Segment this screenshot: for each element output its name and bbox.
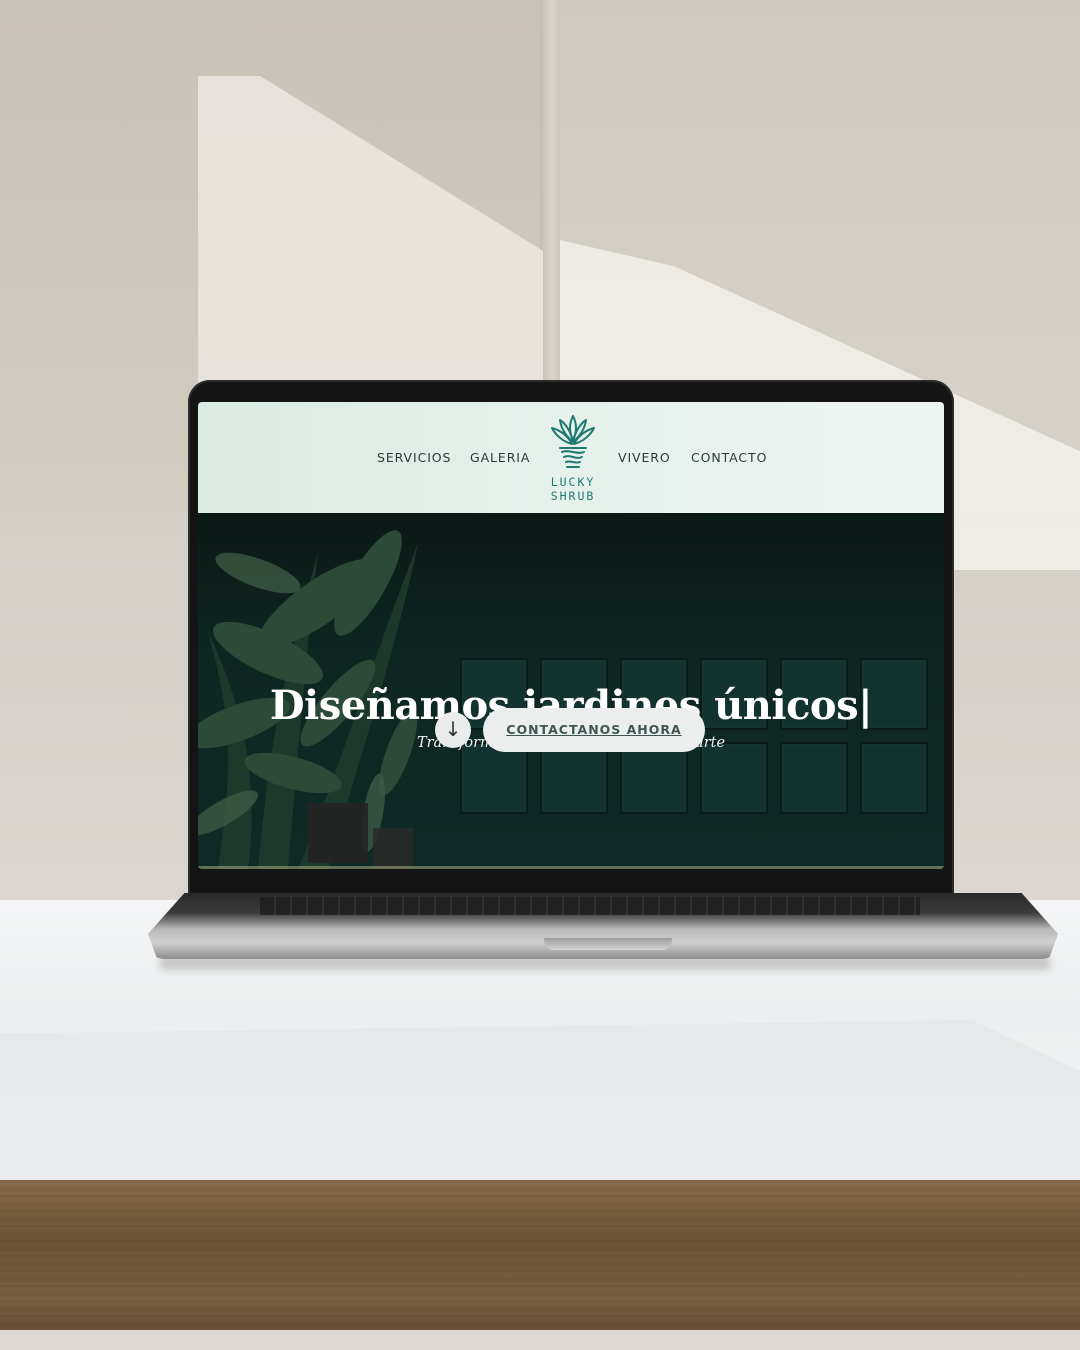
- screen-edge: [198, 866, 944, 869]
- contact-now-button[interactable]: CONTACTANOS AHORA: [483, 708, 705, 752]
- arrow-down-icon: ↓: [444, 717, 462, 741]
- desk-shadow: [0, 1020, 1080, 1190]
- logo-text-shrub: SHRUB: [550, 489, 596, 503]
- laptop-screen: SERVICIOS GALERIA LUCKY SHRUB VIVERO CON…: [198, 402, 944, 869]
- nav-link-galeria[interactable]: GALERIA: [470, 450, 530, 465]
- laptop-notch: [544, 938, 672, 950]
- keyboard: [260, 897, 920, 915]
- wood-edge: [0, 1180, 1080, 1350]
- floor-strip: [0, 1330, 1080, 1350]
- scroll-down-button[interactable]: ↓: [435, 712, 471, 748]
- plant-pot-icon: [551, 415, 595, 468]
- site-header: SERVICIOS GALERIA LUCKY SHRUB VIVERO CON…: [198, 402, 944, 513]
- logo-text-lucky: LUCKY: [550, 475, 596, 489]
- nav-link-contacto[interactable]: CONTACTO: [691, 450, 767, 465]
- nav-link-servicios[interactable]: SERVICIOS: [377, 450, 451, 465]
- logo[interactable]: LUCKY SHRUB: [546, 412, 600, 504]
- hero-section: Diseñamos jardines únicos| Transformamos…: [198, 513, 944, 869]
- nav-link-vivero[interactable]: VIVERO: [618, 450, 671, 465]
